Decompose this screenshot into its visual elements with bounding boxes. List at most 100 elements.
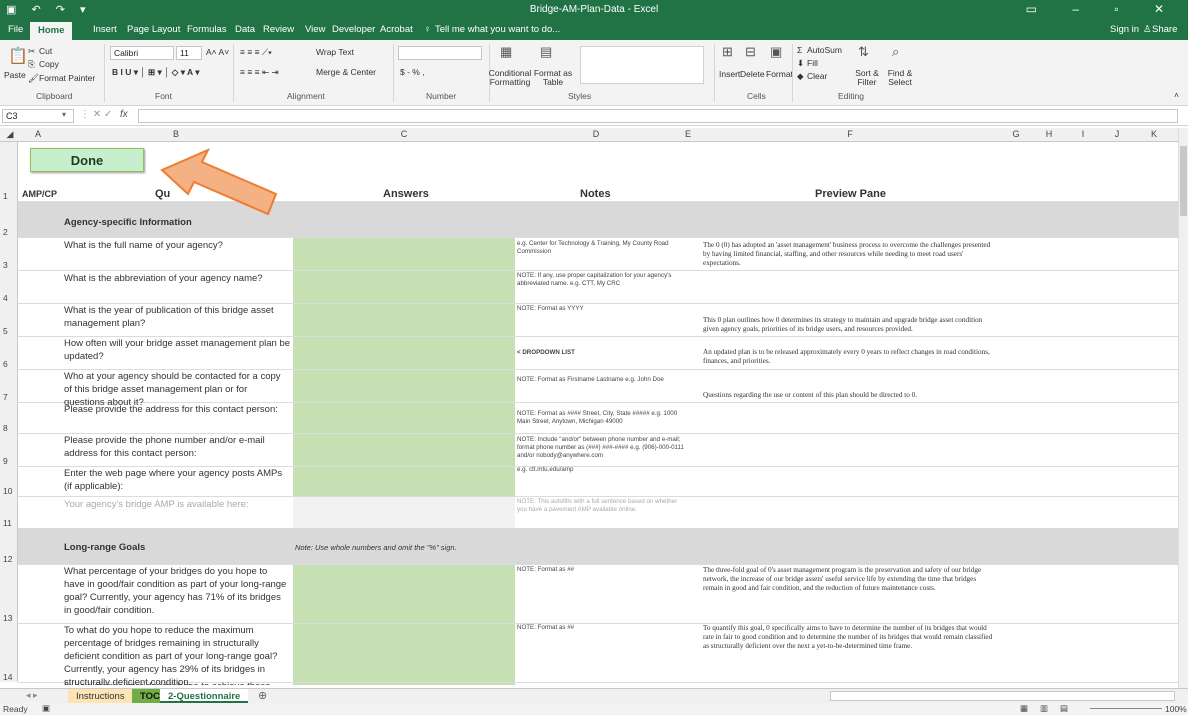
column-header-e[interactable]: E	[676, 129, 700, 139]
format-painter-button[interactable]: Format Painter	[39, 73, 95, 83]
row-header[interactable]: 14	[0, 623, 18, 682]
align-bottom-icons[interactable]: ≡ ≡ ≡ ⇤ ⇥	[240, 67, 279, 78]
horizontal-scrollbar[interactable]	[830, 691, 1175, 701]
bold-italic-underline-icons[interactable]: B I U ▾ │ ⊞ ▾ │ ◇ ▾ A ▾	[112, 67, 199, 78]
question-cell[interactable]: What is the abbreviation of your agency …	[64, 272, 290, 285]
clear-button[interactable]: Clear	[807, 71, 827, 81]
macro-record-icon[interactable]: ▣	[42, 703, 50, 714]
cut-button[interactable]: Cut	[39, 46, 52, 56]
column-header-f[interactable]: F	[700, 129, 1000, 139]
format-as-table-icon[interactable]: ▤	[540, 44, 552, 60]
view-mode-icons[interactable]: ▦▥▤	[1020, 703, 1080, 714]
tell-me-box[interactable]: Tell me what you want to do...	[435, 24, 560, 35]
row-header[interactable]: 5	[0, 303, 18, 336]
wrap-text-button[interactable]: Wrap Text	[316, 47, 354, 57]
column-header-j[interactable]: J	[1100, 129, 1134, 139]
name-box-dropdown-icon[interactable]: ▾	[62, 110, 66, 119]
worksheet-grid[interactable]: 1 2 3 4 5 6 7 8 9 10 11 12 13 14 Done AM…	[0, 142, 1178, 685]
column-header-a[interactable]: A	[18, 129, 58, 139]
insert-function-icon[interactable]: fx	[120, 109, 128, 120]
row-header[interactable]: 12	[0, 528, 18, 564]
add-sheet-icon[interactable]: ⊕	[258, 689, 267, 702]
zoom-slider[interactable]	[1090, 708, 1162, 709]
tab-acrobat[interactable]: Acrobat	[380, 24, 413, 35]
tab-data[interactable]: Data	[235, 24, 255, 35]
tab-developer[interactable]: Developer	[332, 24, 375, 35]
column-header-k[interactable]: K	[1134, 129, 1174, 139]
number-format-box[interactable]	[398, 46, 482, 60]
tab-formulas[interactable]: Formulas	[187, 24, 227, 35]
question-cell[interactable]: Please provide the address for this cont…	[64, 403, 290, 416]
font-grow-shrink-icon[interactable]: A˄ A˅	[206, 47, 229, 57]
tab-review[interactable]: Review	[263, 24, 294, 35]
format-as-table-button[interactable]: Format as Table	[528, 69, 578, 87]
number-format-buttons[interactable]: $ - % ,	[400, 67, 425, 77]
formula-input[interactable]	[138, 109, 1178, 123]
answer-cells-long-range[interactable]	[293, 564, 515, 685]
window-controls[interactable]: ▭ – ▫ ✕	[1026, 2, 1180, 16]
align-top-icons[interactable]: ≡ ≡ ≡ ⟋▾	[240, 47, 272, 58]
row-header[interactable]: 11	[0, 496, 18, 528]
cancel-enter-icons[interactable]: ⋮ ✕ ✓	[80, 109, 112, 120]
zoom-level[interactable]: 100%	[1165, 704, 1187, 714]
tab-home[interactable]: Home	[30, 22, 73, 40]
tab-file[interactable]: File	[8, 24, 23, 35]
question-cell[interactable]: Your agency's bridge AMP is available he…	[64, 498, 290, 511]
tab-page-layout[interactable]: Page Layout	[127, 24, 180, 35]
paste-icon[interactable]: 📋	[8, 46, 28, 66]
insert-cells-icon[interactable]: ⊞	[722, 44, 733, 60]
row-header[interactable]: 13	[0, 564, 18, 623]
copy-button[interactable]: Copy	[39, 59, 59, 69]
sheet-tab-questionnaire[interactable]: 2-Questionnaire	[160, 689, 249, 703]
row-header[interactable]: 8	[0, 402, 18, 433]
scrollbar-thumb[interactable]	[1180, 146, 1187, 216]
sign-in-link[interactable]: Sign in	[1110, 24, 1139, 35]
answer-cells-agency[interactable]	[293, 238, 515, 496]
question-cell[interactable]: How often will your bridge asset managem…	[64, 337, 290, 363]
column-header-i[interactable]: I	[1066, 129, 1100, 139]
column-header-b[interactable]: B	[60, 129, 292, 139]
row-header[interactable]: 3	[0, 237, 18, 270]
question-cell[interactable]: What percentage of your bridges do you h…	[64, 565, 290, 617]
question-cell[interactable]: Enter the web page where your agency pos…	[64, 467, 290, 493]
question-cell[interactable]: What is the year of publication of this …	[64, 304, 290, 330]
font-size-box[interactable]: 11	[176, 46, 202, 60]
column-header-g[interactable]: G	[1000, 129, 1032, 139]
row-header[interactable]: 10	[0, 466, 18, 496]
sort-filter-icon[interactable]: ⇅	[858, 44, 869, 60]
tab-view[interactable]: View	[305, 24, 325, 35]
done-button[interactable]: Done	[30, 148, 144, 172]
row-header[interactable]: 9	[0, 433, 18, 466]
format-button[interactable]: Format	[766, 69, 793, 79]
column-header-c[interactable]: C	[292, 129, 516, 139]
delete-cells-icon[interactable]: ⊟	[745, 44, 756, 60]
tab-insert[interactable]: Insert	[93, 24, 117, 35]
sheet-nav-arrows[interactable]: ◂ ▸	[26, 690, 38, 701]
delete-button[interactable]: Delete	[740, 69, 765, 79]
row-header[interactable]: 1	[0, 142, 18, 201]
find-select-button[interactable]: Find & Select	[884, 69, 916, 87]
question-cell[interactable]: In how many years do you hope to achieve…	[64, 680, 290, 685]
conditional-formatting-button[interactable]: Conditional Formatting	[486, 69, 534, 87]
fill-button[interactable]: Fill	[807, 58, 818, 68]
cell-styles-gallery[interactable]	[580, 46, 704, 84]
autosum-button[interactable]: AutoSum	[807, 45, 842, 55]
select-all-corner[interactable]: ◢	[4, 129, 16, 140]
search-icon[interactable]: ⌕	[892, 44, 899, 60]
insert-button[interactable]: Insert	[719, 69, 740, 79]
row-header[interactable]: 2	[0, 201, 18, 237]
font-name-box[interactable]: Calibri	[110, 46, 174, 60]
vertical-scrollbar[interactable]	[1178, 128, 1188, 688]
sheet-tab-instructions[interactable]: Instructions	[68, 689, 133, 703]
share-button[interactable]: Share	[1152, 24, 1177, 35]
question-cell[interactable]: To what do you hope to reduce the maximu…	[64, 624, 290, 685]
question-cell[interactable]: Please provide the phone number and/or e…	[64, 434, 290, 460]
sort-filter-button[interactable]: Sort & Filter	[852, 69, 882, 87]
column-header-d[interactable]: D	[516, 129, 676, 139]
row-header[interactable]: 6	[0, 336, 18, 369]
merge-center-button[interactable]: Merge & Center	[316, 67, 376, 77]
column-header-h[interactable]: H	[1032, 129, 1066, 139]
format-cells-icon[interactable]: ▣	[770, 44, 782, 60]
paste-button[interactable]: Paste	[4, 70, 26, 80]
question-cell[interactable]: What is the full name of your agency?	[64, 239, 290, 252]
